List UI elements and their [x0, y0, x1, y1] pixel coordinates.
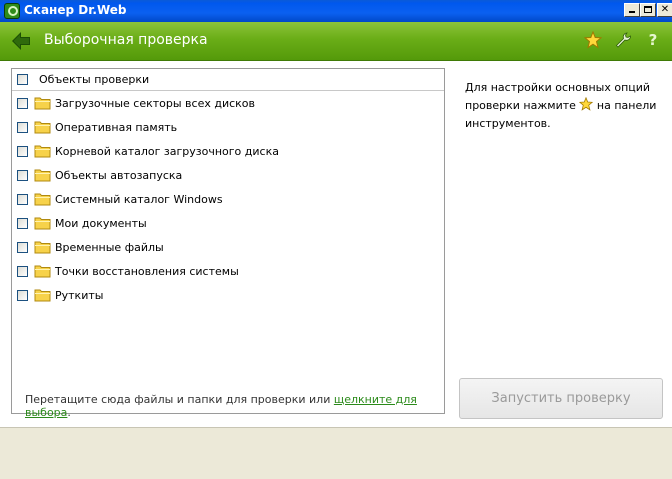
item-label: Корневой каталог загрузочного диска — [55, 145, 279, 158]
maximize-button[interactable] — [640, 3, 656, 17]
item-checkbox[interactable] — [17, 266, 28, 277]
scan-objects-panel: Объекты проверки Загрузочные секторы все… — [11, 68, 445, 419]
window-titlebar[interactable]: Сканер Dr.Web ✕ — [0, 0, 672, 22]
list-item[interactable]: Руткиты — [12, 285, 444, 307]
list-item[interactable]: Системный каталог Windows — [12, 189, 444, 211]
panel-header-label: Объекты проверки — [39, 73, 150, 86]
item-checkbox[interactable] — [17, 290, 28, 301]
item-label: Оперативная память — [55, 121, 178, 134]
folder-icon — [34, 241, 51, 254]
back-arrow-icon[interactable] — [10, 30, 32, 52]
panel-header: Объекты проверки — [12, 69, 444, 91]
drop-hint-end: . — [67, 406, 71, 419]
close-button[interactable]: ✕ — [657, 3, 672, 17]
item-checkbox[interactable] — [17, 122, 28, 133]
folder-icon — [34, 145, 51, 158]
list-item[interactable]: Оперативная память — [12, 117, 444, 139]
item-label: Временные файлы — [55, 241, 164, 254]
item-checkbox[interactable] — [17, 218, 28, 229]
status-bar — [0, 427, 672, 479]
list-item[interactable]: Загрузочные секторы всех дисков — [12, 93, 444, 115]
help-icon[interactable]: ? — [644, 31, 662, 49]
main-content: Объекты проверки Загрузочные секторы все… — [0, 61, 672, 427]
list-item[interactable]: Точки восстановления системы — [12, 261, 444, 283]
item-label: Загрузочные секторы всех дисков — [55, 97, 256, 110]
item-checkbox[interactable] — [17, 170, 28, 181]
wrench-icon[interactable] — [614, 31, 632, 49]
item-checkbox[interactable] — [17, 146, 28, 157]
drop-hint-text: Перетащите сюда файлы и папки для провер… — [25, 393, 334, 406]
item-label: Объекты автозапуска — [55, 169, 183, 182]
folder-icon — [34, 169, 51, 182]
item-label: Точки восстановления системы — [55, 265, 239, 278]
folder-icon — [34, 121, 51, 134]
folder-icon — [34, 217, 51, 230]
page-header: Выборочная проверка ? — [0, 22, 672, 61]
list-item[interactable]: Корневой каталог загрузочного диска — [12, 141, 444, 163]
folder-icon — [34, 97, 51, 110]
folder-icon — [34, 265, 51, 278]
list-item[interactable]: Временные файлы — [12, 237, 444, 259]
star-icon[interactable] — [584, 31, 602, 49]
settings-hint: Для настройки основных опций проверки на… — [465, 79, 665, 133]
list-item[interactable]: Объекты автозапуска — [12, 165, 444, 187]
star-icon — [579, 97, 594, 111]
item-checkbox[interactable] — [17, 242, 28, 253]
folder-icon — [34, 193, 51, 206]
item-checkbox[interactable] — [17, 194, 28, 205]
drweb-app-icon — [4, 3, 20, 19]
item-label: Мои документы — [55, 217, 147, 230]
window-title: Сканер Dr.Web — [24, 3, 127, 17]
folder-icon — [34, 289, 51, 302]
page-title: Выборочная проверка — [44, 32, 208, 48]
item-label: Руткиты — [55, 289, 104, 302]
select-all-checkbox[interactable] — [17, 74, 28, 85]
start-scan-button[interactable]: Запустить проверку — [459, 378, 663, 419]
minimize-button[interactable] — [624, 3, 640, 17]
list-item[interactable]: Мои документы — [12, 213, 444, 235]
drop-hint: Перетащите сюда файлы и папки для провер… — [25, 393, 444, 419]
item-checkbox[interactable] — [17, 98, 28, 109]
item-label: Системный каталог Windows — [55, 193, 223, 206]
